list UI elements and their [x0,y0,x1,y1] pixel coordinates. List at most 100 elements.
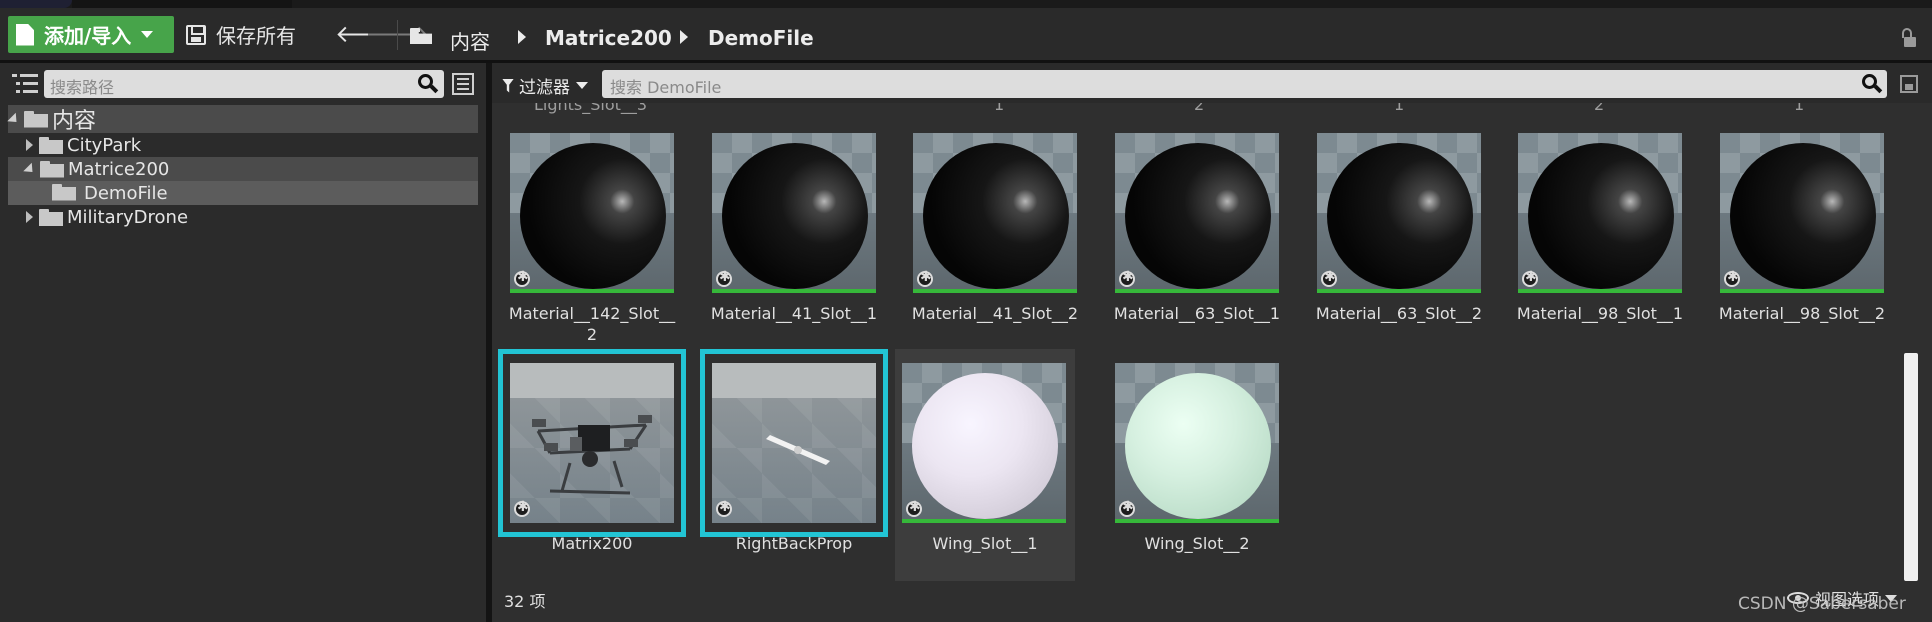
asset-thumbnail [1720,133,1884,293]
save-icon [186,24,206,45]
tree-item-demofile[interactable]: DemoFile [8,181,478,205]
asset-label-cut: 1 [1794,103,1805,114]
asset-label-cut: 2 [1594,103,1605,114]
asset-view-header: 过滤器 搜索 DemoFile [492,63,1932,103]
asset-label: Material__63_Slot__2 [1315,304,1483,323]
asset-label-cut: 1 [994,103,1005,114]
watermark: CSDN @Sabersaber [1738,594,1906,614]
asset-tile[interactable]: Material__63_Slot__1 [1097,125,1280,355]
asset-thumbnail [510,363,674,523]
asset-color-bar [510,289,674,293]
breadcrumb-arrow-icon[interactable] [518,30,526,44]
asset-label: Wing_Slot__1 [932,534,1038,553]
lock-icon[interactable] [1898,28,1918,48]
material-sphere [520,143,666,289]
tree-item-label: DemoFile [84,182,168,204]
folder-icon [39,208,63,226]
material-type-icon [1119,269,1135,287]
tree-item-militarydrone[interactable]: MilitaryDrone [8,205,478,229]
asset-tile[interactable]: Material__41_Slot__2 [895,125,1078,355]
asset-label-cut: Lights_Slot__3 [534,103,648,114]
material-type-icon [514,269,530,287]
previous-row-labels: Lights_Slot__3 1 2 1 2 1 [492,103,1932,117]
sources-list-toggle-icon[interactable] [452,73,474,95]
tree-item-label: 内容 [52,109,97,134]
propeller-mesh-icon [766,435,830,465]
asset-color-bar [1720,289,1884,293]
material-sphere [1327,143,1473,289]
collapsed-arrow-icon[interactable] [26,139,33,151]
tree-view-icon[interactable] [12,73,38,95]
folder-open-icon [40,160,64,178]
folder-open-icon [52,183,80,203]
asset-thumbnail [902,363,1066,523]
asset-tile-wing-slot-2[interactable]: Wing_Slot__2 [1097,355,1279,585]
asset-tile[interactable]: Material__41_Slot__1 [694,125,877,355]
folder-icon [39,136,63,154]
tree-item-label: CityPark [67,134,142,156]
breadcrumb-folder-icon[interactable] [410,28,434,44]
asset-tile[interactable]: Material__63_Slot__2 [1299,125,1482,355]
toolbar-separator [397,20,398,50]
save-search-icon[interactable] [1900,75,1918,93]
material-type-icon [1321,269,1337,287]
asset-tile-matrix200[interactable]: Matrix200 [492,349,686,585]
expanded-arrow-icon[interactable] [7,112,21,126]
asset-label: Wing_Slot__2 [1144,534,1250,553]
tree-item-citypark[interactable]: CityPark [8,133,478,157]
new-document-icon [16,23,34,46]
drone-mesh-icon [532,415,652,495]
asset-tile[interactable]: Material__142_Slot__2 [492,125,675,355]
path-search-placeholder: 搜索路径 [50,78,115,97]
save-all-label: 保存所有 [216,24,296,48]
material-type-icon [1724,269,1740,287]
search-icon[interactable] [418,74,439,94]
asset-thumbnail [510,133,674,293]
content-search-placeholder: 搜索 DemoFile [610,78,722,97]
tree-item-content[interactable]: 内容 [7,105,478,134]
material-sphere [1125,143,1271,289]
material-type-icon [716,269,732,287]
asset-label: Material__142_Slot__ 2 [508,304,676,344]
dropdown-caret-icon [576,82,588,89]
sources-panel: 搜索路径 内容 CityPark Matrice200 DemoFile Mil… [0,63,486,622]
asset-view-scrollbar[interactable] [1904,353,1918,581]
material-sphere [923,143,1069,289]
folder-open-icon [24,110,48,128]
tree-item-label: MilitaryDrone [67,206,189,228]
asset-label-cut: 1 [1394,103,1405,114]
search-icon[interactable] [1862,74,1883,94]
collapsed-arrow-icon[interactable] [26,211,33,223]
save-all-button[interactable]: 保存所有 [186,16,296,53]
breadcrumb-demofile[interactable]: DemoFile [708,26,814,50]
content-browser-toolbar: 添加/导入 保存所有 🡐 🡒 内容 Matrice200 DemoFile [0,8,1932,60]
asset-thumbnail [712,133,876,293]
asset-color-bar [1115,519,1279,523]
mesh-type-icon [716,499,732,517]
path-search-box[interactable]: 搜索路径 [44,70,444,98]
window-tab-sliver [0,0,72,8]
asset-tile-rightbackprop[interactable]: RightBackProp [694,349,888,585]
filter-label: 过滤器 [519,78,570,98]
asset-color-bar [1518,289,1682,293]
material-sphere [722,143,868,289]
asset-label: Matrix200 [551,534,633,553]
breadcrumb-matrice200[interactable]: Matrice200 [545,26,672,50]
sources-header: 搜索路径 [0,63,486,103]
asset-color-bar [1317,289,1481,293]
content-search-box[interactable]: 搜索 DemoFile [602,70,1887,98]
add-import-button[interactable]: 添加/导入 [8,16,174,53]
asset-tile[interactable]: Material__98_Slot__2 [1702,125,1885,355]
asset-tile-wing-slot-1[interactable]: Wing_Slot__1 [895,349,1075,581]
window-top-strip [0,0,1932,8]
breadcrumb-arrow-icon[interactable] [680,30,688,44]
material-type-icon [1522,269,1538,287]
asset-tile[interactable]: Material__98_Slot__1 [1500,125,1683,355]
filter-button[interactable]: 过滤器 [502,73,588,98]
asset-color-bar [1115,289,1279,293]
asset-label: Material__41_Slot__2 [911,304,1079,323]
expanded-arrow-icon[interactable] [23,162,37,176]
tree-item-matrice200[interactable]: Matrice200 [8,157,478,181]
breadcrumb-content[interactable]: 内容 [450,26,490,55]
add-import-label: 添加/导入 [44,24,132,48]
